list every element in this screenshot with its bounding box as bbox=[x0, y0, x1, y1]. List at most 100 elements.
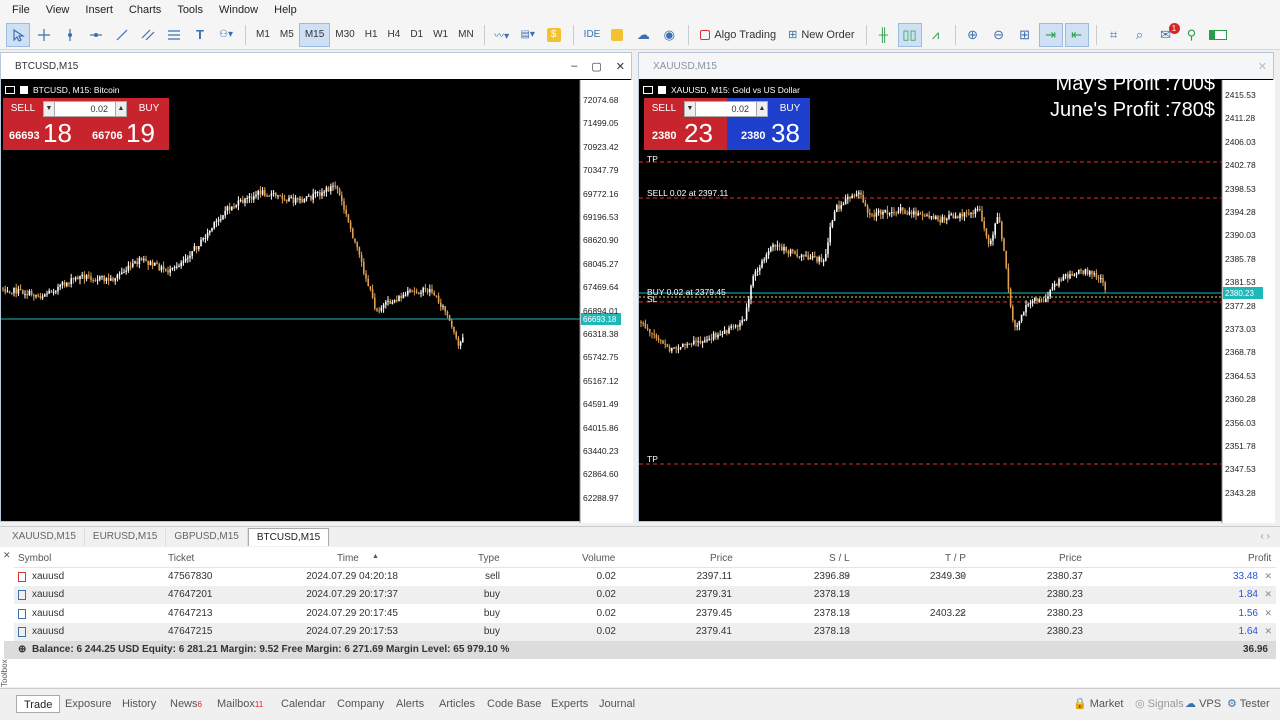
table-row[interactable]: xauusd 47647213 2024.07.29 20:17:45 buy 0.02… bbox=[14, 605, 1276, 623]
close-position-icon[interactable]: ✕ bbox=[1264, 571, 1272, 582]
col-tp[interactable]: T / P bbox=[945, 553, 966, 564]
algo-trading-button[interactable]: Algo Trading bbox=[694, 23, 782, 47]
tab-mailbox[interactable]: Mailbox11 bbox=[210, 695, 270, 713]
vps-cloud-icon[interactable]: ☁ bbox=[631, 23, 655, 47]
col-profit[interactable]: Profit bbox=[1248, 553, 1271, 564]
autoscroll-icon[interactable]: ⇥ bbox=[1038, 22, 1063, 47]
channel-icon[interactable] bbox=[136, 23, 160, 47]
horizontal-line-icon[interactable] bbox=[84, 23, 108, 47]
remove-tp-icon[interactable]: ✕ bbox=[959, 571, 967, 582]
menu-help[interactable]: Help bbox=[266, 0, 305, 20]
menu-view[interactable]: View bbox=[38, 0, 78, 20]
tester-button[interactable]: ⚙ Tester bbox=[1220, 695, 1277, 713]
chart-shift-icon[interactable]: ⇤ bbox=[1064, 22, 1089, 47]
search-icon[interactable]: ⌕ bbox=[1128, 23, 1152, 47]
line-chart-icon[interactable]: ⩘ bbox=[924, 23, 948, 47]
chart-tab-xauusd[interactable]: XAUUSD,M15 bbox=[4, 528, 85, 546]
toolbox-side-label[interactable]: Toolbox bbox=[0, 659, 12, 687]
remove-sl-icon[interactable]: ✕ bbox=[843, 571, 851, 582]
close-icon[interactable]: ✕ bbox=[1258, 60, 1267, 73]
table-row[interactable]: xauusd 47647215 2024.07.29 20:17:53 buy 0.02… bbox=[14, 622, 1276, 641]
col-symbol[interactable]: Symbol bbox=[18, 553, 51, 564]
notifications-icon[interactable]: ✉ 1 bbox=[1154, 22, 1180, 47]
tf-m5[interactable]: M5 bbox=[275, 23, 299, 47]
col-volume[interactable]: Volume bbox=[582, 553, 615, 564]
fibonacci-icon[interactable] bbox=[162, 23, 186, 47]
tab-history[interactable]: History bbox=[115, 695, 163, 713]
close-icon[interactable]: ✕ bbox=[616, 60, 625, 73]
table-row[interactable]: xauusd 47647201 2024.07.29 20:17:37 buy 0.02… bbox=[14, 586, 1276, 605]
tab-calendar[interactable]: Calendar bbox=[274, 695, 333, 713]
terminal-close-icon[interactable]: ✕ bbox=[3, 550, 11, 561]
col-price[interactable]: Price bbox=[710, 553, 733, 564]
cursor-icon[interactable] bbox=[6, 22, 30, 47]
chart-tab-btcusd[interactable]: BTCUSD,M15 bbox=[247, 528, 330, 546]
tab-news[interactable]: News6 bbox=[163, 695, 209, 713]
menu-charts[interactable]: Charts bbox=[121, 0, 169, 20]
volume-down-icon[interactable]: ▼ bbox=[43, 101, 55, 117]
tab-codebase[interactable]: Code Base bbox=[480, 695, 548, 713]
candlestick-icon[interactable]: ▯▯ bbox=[897, 22, 922, 47]
col-time[interactable]: Time bbox=[337, 553, 359, 564]
zoom-in-icon[interactable]: ⊕ bbox=[961, 23, 985, 47]
close-position-icon[interactable]: ✕ bbox=[1264, 608, 1272, 619]
tf-w1[interactable]: W1 bbox=[428, 23, 453, 47]
table-row[interactable]: xauusd 47567830 2024.07.29 04:20:18 sell 0.0… bbox=[14, 568, 1276, 586]
volume-up-icon[interactable]: ▲ bbox=[756, 101, 768, 117]
minimize-icon[interactable]: – bbox=[571, 60, 577, 72]
tf-h4[interactable]: H4 bbox=[383, 23, 406, 47]
new-order-button[interactable]: ⊞ New Order bbox=[782, 23, 860, 47]
menu-insert[interactable]: Insert bbox=[77, 0, 121, 20]
account-icon[interactable]: ⚲ bbox=[1180, 23, 1204, 47]
remove-sl-icon[interactable]: ✕ bbox=[843, 589, 851, 600]
text-icon[interactable]: T bbox=[188, 23, 212, 47]
remove-sl-icon[interactable]: ✕ bbox=[843, 626, 851, 637]
col-price2[interactable]: Price bbox=[1059, 553, 1082, 564]
signals-icon[interactable]: ◉ bbox=[657, 23, 681, 47]
tf-h1[interactable]: H1 bbox=[360, 23, 383, 47]
lock-icon[interactable] bbox=[605, 23, 629, 47]
zoom-out-icon[interactable]: ⊖ bbox=[987, 23, 1011, 47]
market-button[interactable]: 🔒 Market bbox=[1066, 695, 1130, 713]
dollar-icon[interactable]: $ bbox=[542, 23, 566, 47]
tile-windows-icon[interactable]: ⊞ bbox=[1013, 23, 1037, 47]
remove-tp-icon[interactable]: ✕ bbox=[959, 608, 967, 619]
screenshot-icon[interactable]: ⌗ bbox=[1102, 23, 1126, 47]
maximize-icon[interactable]: ▢ bbox=[591, 60, 601, 73]
templates-icon[interactable]: ▤▾ bbox=[516, 23, 540, 47]
vertical-line-icon[interactable] bbox=[58, 23, 82, 47]
connection-status-icon[interactable] bbox=[1206, 23, 1230, 47]
chart-tab-eurusd[interactable]: EURUSD,M15 bbox=[85, 528, 167, 546]
tab-company[interactable]: Company bbox=[330, 695, 391, 713]
tf-m15[interactable]: M15 bbox=[298, 22, 331, 47]
volume-down-icon[interactable]: ▼ bbox=[684, 101, 696, 117]
tf-mn[interactable]: MN bbox=[453, 23, 479, 47]
menu-file[interactable]: File bbox=[4, 0, 38, 20]
col-sl[interactable]: S / L bbox=[829, 553, 850, 564]
tab-alerts[interactable]: Alerts bbox=[389, 695, 431, 713]
bar-chart-icon[interactable]: ╫ bbox=[872, 23, 896, 47]
ide-button[interactable]: IDE bbox=[579, 23, 606, 47]
close-position-icon[interactable]: ✕ bbox=[1264, 589, 1272, 600]
tf-d1[interactable]: D1 bbox=[405, 23, 428, 47]
col-ticket[interactable]: Ticket bbox=[168, 553, 194, 564]
tab-articles[interactable]: Articles bbox=[432, 695, 482, 713]
remove-sl-icon[interactable]: ✕ bbox=[843, 608, 851, 619]
shapes-icon[interactable]: ⚇▾ bbox=[214, 23, 238, 47]
chart-tab-gbpusd[interactable]: GBPUSD,M15 bbox=[166, 528, 248, 546]
tf-m1[interactable]: M1 bbox=[251, 23, 275, 47]
tf-m30[interactable]: M30 bbox=[330, 23, 359, 47]
close-position-icon[interactable]: ✕ bbox=[1264, 626, 1272, 637]
tabs-scroll-icon[interactable]: ‹ › bbox=[1261, 528, 1270, 546]
trendline-icon[interactable] bbox=[110, 23, 134, 47]
crosshair-icon[interactable] bbox=[32, 23, 56, 47]
indicators-icon[interactable]: 〰▾ bbox=[490, 23, 514, 47]
col-type[interactable]: Type bbox=[478, 553, 500, 564]
tab-journal[interactable]: Journal bbox=[592, 695, 642, 713]
menu-window[interactable]: Window bbox=[211, 0, 266, 20]
tab-trade[interactable]: Trade bbox=[16, 695, 61, 713]
tab-experts[interactable]: Experts bbox=[544, 695, 595, 713]
tab-exposure[interactable]: Exposure bbox=[58, 695, 118, 713]
volume-up-icon[interactable]: ▲ bbox=[115, 101, 127, 117]
menu-tools[interactable]: Tools bbox=[169, 0, 211, 20]
